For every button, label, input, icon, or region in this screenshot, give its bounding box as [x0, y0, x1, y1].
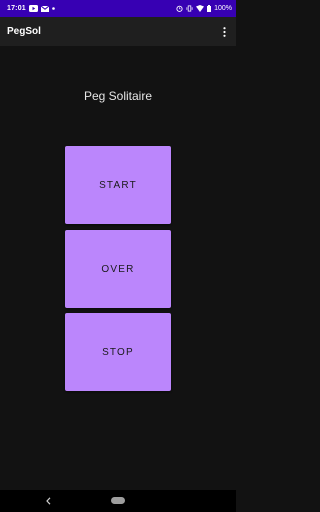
mail-icon — [40, 5, 49, 12]
start-button[interactable]: START — [65, 146, 171, 224]
home-pill-icon[interactable] — [111, 497, 125, 504]
battery-percent: 100% — [214, 5, 232, 12]
over-button[interactable]: OVER — [65, 230, 171, 308]
stop-button[interactable]: STOP — [65, 313, 171, 391]
vibrate-icon — [186, 5, 193, 12]
navigation-bar — [0, 490, 236, 512]
battery-icon — [207, 5, 212, 12]
alarm-icon — [176, 5, 183, 12]
app-title: PegSol — [7, 26, 41, 37]
status-bar: 17:01 100% — [0, 0, 236, 17]
main-content: Peg Solitaire START OVER STOP — [0, 46, 236, 490]
chevron-left-icon[interactable] — [44, 495, 52, 507]
page-title: Peg Solitaire — [83, 89, 153, 103]
dot-icon — [52, 7, 55, 10]
status-time: 17:01 — [7, 5, 26, 12]
app-bar: PegSol — [0, 17, 236, 46]
wifi-icon — [196, 5, 205, 12]
status-left: 17:01 — [7, 5, 55, 12]
more-vert-icon[interactable] — [219, 25, 229, 39]
youtube-icon — [28, 5, 38, 12]
status-right: 100% — [176, 5, 232, 12]
